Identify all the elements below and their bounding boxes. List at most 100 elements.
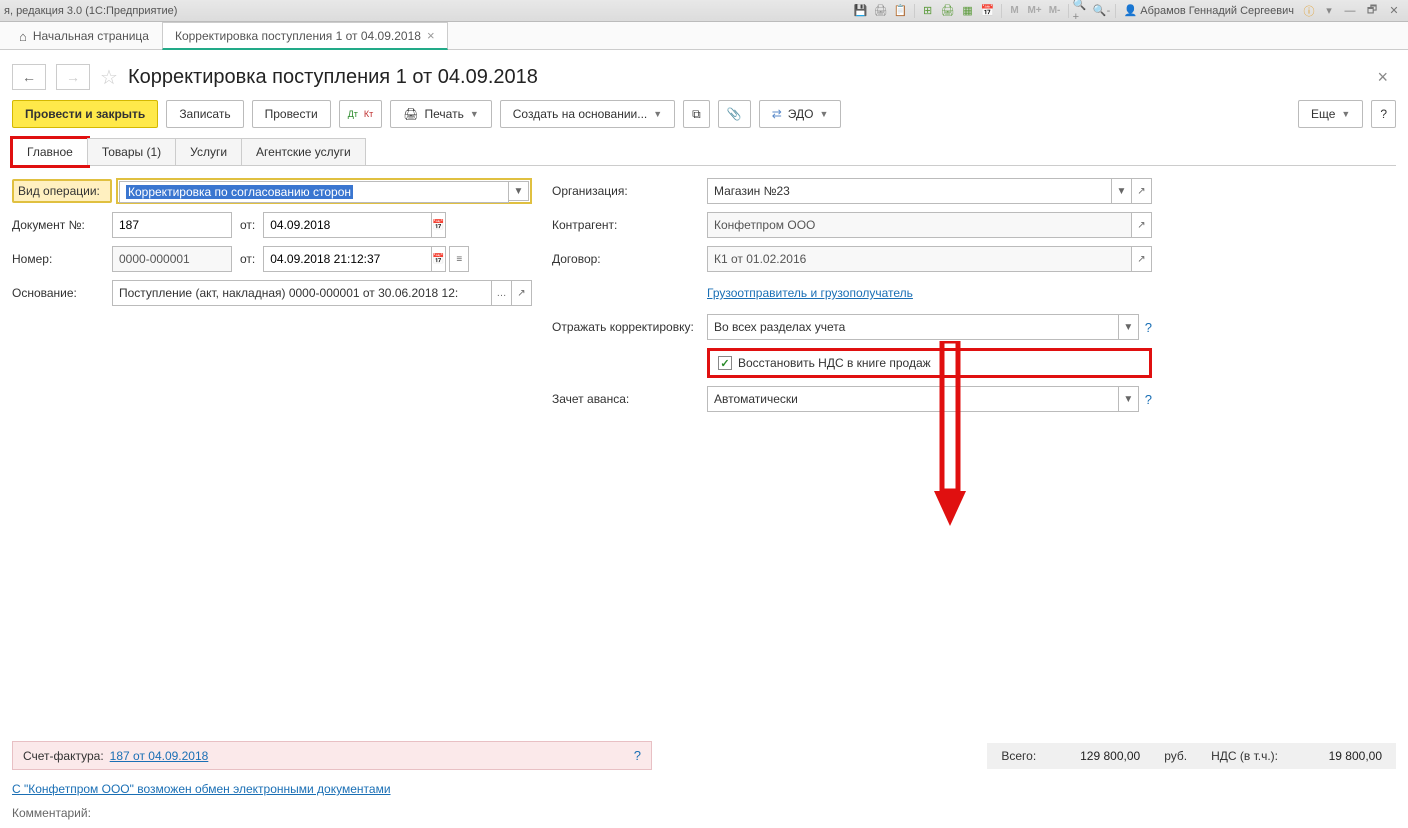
print-icon[interactable]: 🖨 [872, 2, 890, 20]
organization-field[interactable]: Магазин №23 [707, 178, 1112, 204]
document-number-input[interactable] [112, 212, 232, 238]
printer-icon: 🖨 [403, 107, 418, 121]
post-and-close-button[interactable]: Провести и закрыть [12, 100, 158, 128]
checkbox-icon[interactable]: ✓ [718, 356, 732, 370]
btn-label: Печать [425, 107, 464, 121]
dropdown-button[interactable]: ▼ [1119, 386, 1139, 412]
organization-label: Организация: [552, 184, 707, 198]
print2-icon[interactable]: 🖨 [939, 2, 957, 20]
info-icon[interactable]: ⓘ [1300, 2, 1318, 20]
basis-field[interactable]: Поступление (акт, накладная) 0000-000001… [112, 280, 492, 306]
number-label: Номер: [12, 252, 112, 266]
tab-agent-services[interactable]: Агентские услуги [241, 138, 366, 165]
save-icon[interactable]: 💾 [852, 2, 870, 20]
contract-field: К1 от 01.02.2016 [707, 246, 1132, 272]
dr-cr-button[interactable]: ДтКт [339, 100, 383, 128]
print-button[interactable]: 🖨 Печать ▼ [390, 100, 491, 128]
calendar-button[interactable]: 📅 [432, 246, 445, 272]
currency-label: руб. [1164, 749, 1187, 763]
open-button[interactable]: ↗ [1132, 212, 1152, 238]
btn-label: Создать на основании... [513, 107, 648, 121]
shipper-consignee-link[interactable]: Грузоотправитель и грузополучатель [707, 286, 913, 300]
help-button[interactable]: ? [1145, 320, 1152, 335]
more-button[interactable]: Еще ▼ [1298, 100, 1363, 128]
help-button[interactable]: ? [634, 748, 641, 763]
grid-icon[interactable]: ▦ [959, 2, 977, 20]
create-based-button[interactable]: Создать на основании... ▼ [500, 100, 675, 128]
zoom-in-icon[interactable]: 🔍+ [1073, 2, 1091, 20]
favorite-icon[interactable]: ☆ [100, 65, 118, 90]
extra-button[interactable]: ≡ [449, 246, 469, 272]
close-button[interactable]: ✕ [1384, 4, 1404, 17]
close-page-button[interactable]: × [1369, 67, 1396, 88]
structure-button[interactable]: ⧉ [683, 100, 710, 128]
btn-label: Еще [1311, 107, 1335, 121]
zoom-out-icon[interactable]: 🔍- [1093, 2, 1111, 20]
post-button[interactable]: Провести [252, 100, 331, 128]
vat-restore-checkbox-row[interactable]: ✓ Восстановить НДС в книге продаж [707, 348, 1152, 378]
user-menu[interactable]: 👤 Абрамов Геннадий Сергеевич [1120, 4, 1298, 17]
from-label: от: [240, 252, 255, 266]
open-button[interactable]: ↗ [1132, 178, 1152, 204]
open-button[interactable]: ↗ [1132, 246, 1152, 272]
app-title: я, редакция 3.0 (1С:Предприятие) [4, 5, 852, 17]
contract-label: Договор: [552, 252, 707, 266]
forward-button[interactable]: → [56, 64, 90, 90]
invoice-link[interactable]: 187 от 04.09.2018 [110, 749, 209, 763]
minimize-button[interactable]: — [1340, 5, 1360, 17]
calendar-icon[interactable]: 📅 [979, 2, 997, 20]
nav-tabs: ⌂ Начальная страница Корректировка посту… [0, 22, 1408, 50]
ellipsis-button[interactable]: … [492, 280, 512, 306]
write-button[interactable]: Записать [166, 100, 243, 128]
tab-services[interactable]: Услуги [175, 138, 242, 165]
nav-tab-home[interactable]: ⌂ Начальная страница [6, 22, 162, 49]
invoice-box: Счет-фактура: 187 от 04.09.2018 ? [12, 741, 652, 770]
toolbar: Провести и закрыть Записать Провести ДтК… [0, 100, 1408, 138]
calendar-button[interactable]: 📅 [432, 212, 445, 238]
close-icon[interactable]: × [427, 28, 435, 43]
btn-label: ЭДО [788, 107, 814, 121]
operation-type-label: Вид операции: [12, 179, 112, 203]
totals-bar: Всего: 129 800,00 руб. НДС (в т.ч.): 19 … [987, 743, 1396, 769]
page-header: ← → ☆ Корректировка поступления 1 от 04.… [0, 50, 1408, 100]
document-date-input[interactable] [263, 212, 432, 238]
edo-icon: ⇄ [772, 107, 782, 121]
edo-hint-link[interactable]: С "Конфетпром ООО" возможен обмен электр… [12, 782, 391, 796]
invoice-label: Счет-фактура: [23, 749, 104, 763]
total-label: Всего: [1001, 749, 1036, 763]
nav-tab-document[interactable]: Корректировка поступления 1 от 04.09.201… [162, 22, 448, 50]
tab-goods[interactable]: Товары (1) [87, 138, 176, 165]
dropdown-button[interactable]: ▼ [509, 181, 529, 201]
m-minus-icon[interactable]: M- [1046, 2, 1064, 20]
nav-tab-label: Начальная страница [33, 29, 149, 43]
maximize-button[interactable]: 🗗 [1362, 1, 1382, 20]
form-body: Вид операции: Корректировка по согласова… [0, 166, 1408, 432]
edo-button[interactable]: ⇄ ЭДО ▼ [759, 100, 842, 128]
tab-main[interactable]: Главное [12, 138, 88, 166]
title-bar: я, редакция 3.0 (1С:Предприятие) 💾 🖨 📋 ⊞… [0, 0, 1408, 22]
chevron-down-icon: ▼ [470, 109, 479, 119]
counterparty-field: Конфетпром ООО [707, 212, 1132, 238]
dropdown-button[interactable]: ▼ [1119, 314, 1139, 340]
back-button[interactable]: ← [12, 64, 46, 90]
advance-field[interactable]: Автоматически [707, 386, 1119, 412]
help-button[interactable]: ? [1371, 100, 1396, 128]
user-name: Абрамов Геннадий Сергеевич [1140, 5, 1294, 17]
m-icon[interactable]: M [1006, 2, 1024, 20]
clipboard-icon[interactable]: 📋 [892, 2, 910, 20]
attach-button[interactable]: 📎 [718, 100, 751, 128]
reflect-field[interactable]: Во всех разделах учета [707, 314, 1119, 340]
operation-type-field[interactable]: Корректировка по согласованию сторон [119, 181, 509, 203]
datetime-input[interactable] [263, 246, 432, 272]
m-plus-icon[interactable]: M+ [1026, 2, 1044, 20]
reflect-label: Отражать корректировку: [552, 320, 707, 334]
dropdown-button[interactable]: ▼ [1112, 178, 1132, 204]
chevron-down-icon: ▼ [819, 109, 828, 119]
help-button[interactable]: ? [1145, 392, 1152, 407]
dropdown-icon[interactable]: ▾ [1320, 2, 1338, 20]
basis-label: Основание: [12, 286, 112, 300]
calc-icon[interactable]: ⊞ [919, 2, 937, 20]
open-button[interactable]: ↗ [512, 280, 532, 306]
vat-restore-label: Восстановить НДС в книге продаж [738, 356, 931, 370]
chevron-down-icon: ▼ [653, 109, 662, 119]
